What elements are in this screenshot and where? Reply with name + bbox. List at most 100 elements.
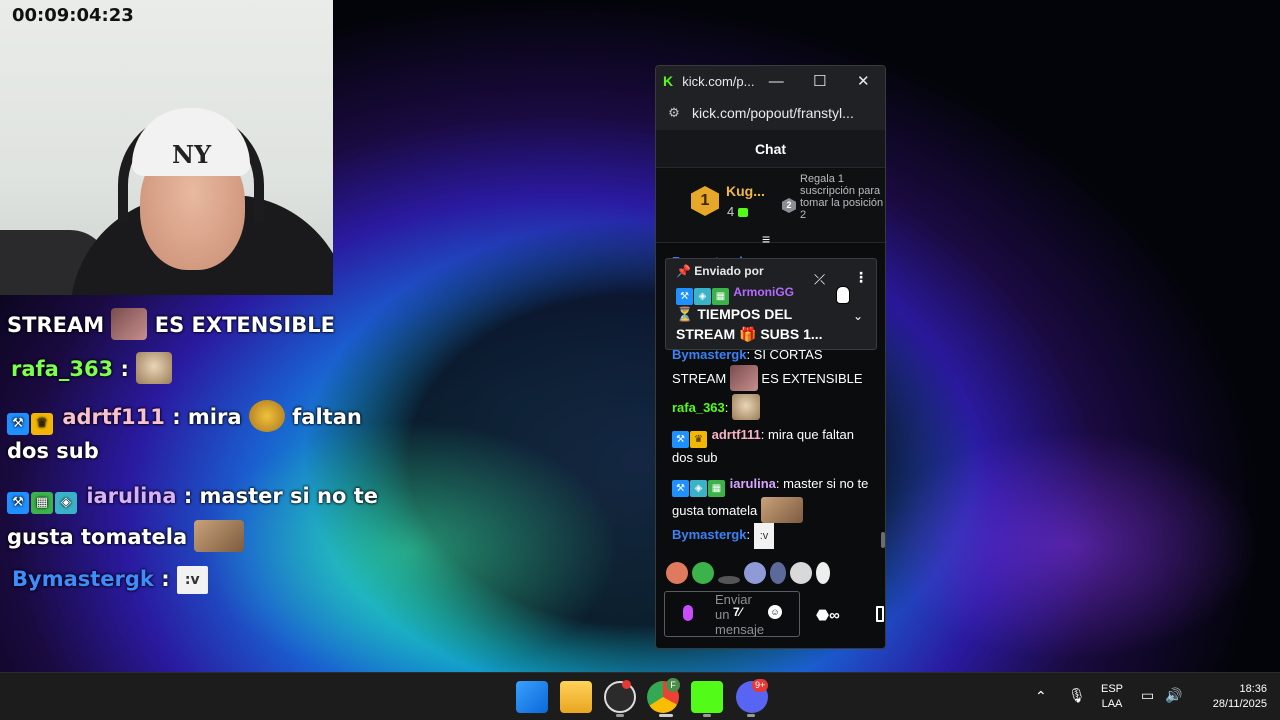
scrollbar-thumb[interactable] — [881, 532, 885, 548]
minecraft-badge-icon: ▦ — [708, 480, 725, 497]
chat-input[interactable]: Enviar un mensaje 7⁄ ☺ — [664, 591, 800, 637]
obs-icon[interactable] — [604, 681, 636, 713]
cat-emote-icon — [732, 394, 761, 420]
app-running-indicator — [616, 714, 624, 717]
crown-badge-icon: ♛ — [690, 431, 707, 448]
window-titlebar[interactable]: K kick.com/p... — ☐ ✕ — [656, 66, 885, 96]
chevron-down-icon[interactable]: ⌄ — [853, 309, 863, 323]
quick-emote-icon[interactable] — [744, 562, 766, 584]
windows-start-icon[interactable] — [516, 681, 548, 713]
points-icon[interactable]: ⬣∞ — [816, 606, 840, 624]
stream-emote-icon — [729, 365, 758, 391]
overlay-line: ⚒ ♛ adrtf111 : mira faltan — [7, 400, 362, 435]
webcam-overlay: NY 00:09:04:23 — [0, 0, 333, 295]
kick-emote-icon[interactable]: 7⁄ — [733, 605, 742, 619]
app-running-indicator — [703, 714, 711, 717]
collapse-icon[interactable]: ≡ — [762, 232, 770, 246]
overlay-line: dos sub — [7, 439, 99, 463]
chat-username[interactable]: rafa_363 — [672, 400, 725, 415]
cap-logo: NY — [172, 140, 212, 169]
pinned-text-line1: ⏳ TIEMPOS DEL — [676, 306, 793, 322]
language-line1: ESP — [1100, 683, 1123, 695]
overlay-text: : master si no te — [176, 484, 379, 508]
window-title: kick.com/p... — [682, 73, 755, 89]
chat-username[interactable]: adrtf111 — [712, 427, 761, 442]
quick-emote-icon[interactable] — [790, 562, 812, 584]
chat-message: ⚒ ♛ adrtf111: mira que faltan dos sub — [672, 425, 872, 468]
rank1-badge-icon: 1 — [691, 186, 719, 216]
overlay-text: faltan — [292, 405, 362, 429]
gift-leaderboard: 1 Kug... 4 2 Regala 1 suscripción para t… — [656, 169, 885, 246]
clock-date: 28/11/2025 — [1212, 698, 1267, 710]
overlay-line: rafa_363 : — [11, 352, 173, 384]
microphone-icon[interactable]: 🎙 — [1068, 687, 1086, 704]
crown-badge-icon: ♛ — [31, 413, 53, 435]
chick-emote-icon — [248, 400, 285, 432]
pinned-header: 📌 Enviado por — [676, 264, 764, 278]
unpin-icon[interactable]: ⤫ — [814, 271, 825, 288]
chat-username[interactable]: iarulina — [730, 476, 776, 491]
gift-icon — [738, 208, 749, 217]
quick-emote-icon[interactable] — [770, 562, 786, 584]
overlay-line: Bymastergk : :v — [12, 566, 208, 594]
v-emote: :v — [176, 566, 208, 594]
pinned-message[interactable]: 📌 Enviado por ⚒ ◈ ▦ ArmoniGG ⏳ TIEMPOS DEL… — [665, 258, 877, 350]
overlay-line: STREAM ES EXTENSIBLE — [7, 308, 335, 340]
quick-emote-icon[interactable] — [692, 562, 714, 584]
rank1-username[interactable]: Kug... — [726, 183, 765, 199]
network-icon[interactable]: ▭ — [1141, 687, 1154, 704]
overlay-username: Bymastergk — [12, 567, 154, 591]
chat-message: Bymastergk: :v — [672, 523, 872, 549]
emoji-icon[interactable]: ☺ — [768, 605, 782, 619]
overlay-line: ⚒ ▦ ◈ iarulina : master si no te — [7, 484, 378, 514]
site-settings-icon[interactable]: ⚙ — [656, 105, 692, 121]
mouse-cursor-icon — [836, 286, 850, 304]
kick-app-icon[interactable] — [691, 681, 723, 713]
rank2-promo-text: Regala 1 suscripción para tomar la posic… — [800, 173, 884, 221]
moderator-badge-icon: ⚒ — [672, 480, 689, 497]
minecraft-badge-icon: ▦ — [31, 492, 53, 514]
microphone-icon[interactable] — [683, 605, 693, 621]
chat-popup-window[interactable]: K kick.com/p... — ☐ ✕ ⚙ kick.com/popout/… — [655, 65, 886, 649]
clock-time: 18:36 — [1239, 683, 1267, 695]
stream-timer: 00:09:04:23 — [12, 5, 134, 26]
game-badge-icon: ◈ — [694, 288, 711, 305]
game-badge-icon: ◈ — [690, 480, 707, 497]
app-running-indicator — [659, 714, 673, 717]
moderator-badge-icon: ⚒ — [7, 492, 29, 514]
game-badge-icon: ◈ — [55, 492, 77, 514]
close-icon[interactable]: ✕ — [841, 72, 885, 90]
pinned-user: ⚒ ◈ ▦ ArmoniGG — [676, 285, 794, 305]
chrome-profile-icon: F — [666, 678, 680, 692]
chat-message: ⚒ ◈ ▦ iarulina: master si no te gusta toma… — [672, 474, 872, 523]
chat-title: Chat — [754, 140, 787, 157]
maximize-icon[interactable]: ☐ — [798, 72, 842, 90]
quick-emote-icon[interactable] — [666, 562, 688, 584]
pin-icon: 📌 — [676, 264, 695, 278]
volume-icon[interactable]: 🔊 — [1165, 687, 1182, 704]
address-bar[interactable]: ⚙ kick.com/popout/franstyl... — [656, 96, 885, 130]
quick-emote-icon[interactable] — [718, 576, 740, 584]
overlay-text: STREAM — [7, 313, 105, 337]
chat-message: Bymastergk: SI CORTAS STREAM ES EXTENSIB… — [672, 345, 872, 391]
v-emote: :v — [753, 523, 775, 549]
cat-we-emote-icon — [194, 520, 245, 552]
recording-dot-icon — [622, 680, 631, 689]
pinned-username[interactable]: ArmoniGG — [733, 285, 794, 299]
clock[interactable]: 18:36 28/11/2025 — [1193, 682, 1267, 712]
language-indicator[interactable]: ESP LAA — [1098, 682, 1126, 712]
moderator-badge-icon: ⚒ — [7, 413, 29, 435]
quick-emote-icon[interactable] — [816, 562, 830, 584]
overlay-line: gusta tomatela — [7, 520, 245, 552]
overlay-text: gusta tomatela — [7, 525, 188, 549]
chevron-up-icon[interactable]: ⌃ — [1035, 688, 1047, 705]
chat-username[interactable]: Bymastergk — [672, 527, 746, 542]
more-options-icon[interactable]: ⋮ — [854, 269, 868, 286]
kick-logo-icon: K — [663, 73, 674, 89]
url-text[interactable]: kick.com/popout/franstyl... — [692, 105, 854, 121]
minimize-icon[interactable]: — — [754, 73, 798, 90]
gift-box-icon[interactable] — [876, 606, 884, 622]
wallpaper-glow-right — [880, 430, 1260, 660]
file-explorer-icon[interactable] — [560, 681, 592, 713]
language-line2: LAA — [1101, 698, 1123, 710]
